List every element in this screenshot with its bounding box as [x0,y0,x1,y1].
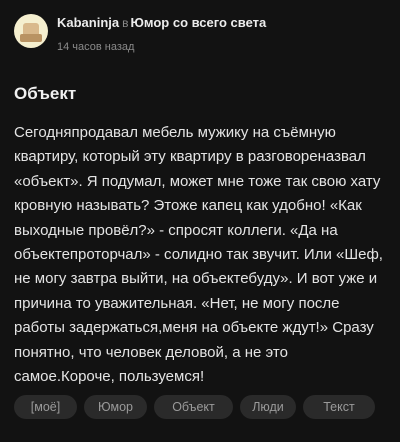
community-link[interactable]: Юмор со всего света [131,15,267,30]
avatar-image-part [20,34,42,42]
tag-chip[interactable]: Юмор [84,395,147,419]
post-timestamp: 14 часов назад [57,41,135,53]
post-body: Сегодняпродавал мебель мужику на съёмную… [14,124,383,386]
in-label: в [122,16,129,30]
post-meta: Kabaninja в Юмор со всего света 14 часов н… [57,14,266,54]
post-header: Kabaninja в Юмор со всего света 14 часов н… [14,14,266,54]
tag-chip[interactable]: Текст [303,395,375,419]
author-avatar[interactable] [14,14,48,48]
tag-chip[interactable]: [моё] [14,395,77,419]
post-title[interactable]: Объект [14,83,76,105]
post-card: Kabaninja в Юмор со всего света 14 часов н… [0,0,400,442]
tag-chip[interactable]: Объект [154,395,233,419]
tag-chip[interactable]: Люди [240,395,296,419]
tag-list: [моё] Юмор Объект Люди Текст [14,395,375,419]
author-line: Kabaninja в Юмор со всего света [57,15,266,31]
author-name-link[interactable]: Kabaninja [57,15,119,30]
